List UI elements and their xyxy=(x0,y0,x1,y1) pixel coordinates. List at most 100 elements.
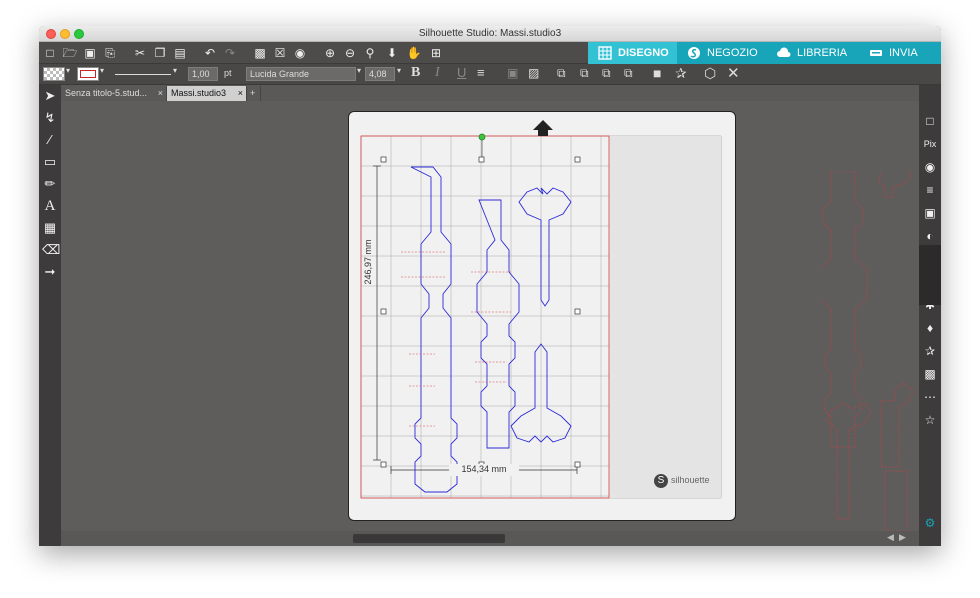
page-setup-icon[interactable]: □ xyxy=(922,113,938,129)
main-toolbar: □ 🗁 ▣ ⎘ ✂ ❐ ▤ ↶ ↷ ▩ ☒ ◉ ⊕ ⊖ ⚲ ⬇ ✋ ⊞ DISE… xyxy=(39,42,941,64)
new-document-icon[interactable]: □ xyxy=(42,45,58,61)
workspace[interactable]: 246,97 mm 154,34 mm S silhouette xyxy=(61,101,919,531)
redo-icon[interactable]: ↷ xyxy=(222,45,238,61)
new-tab-button[interactable]: + xyxy=(247,86,261,101)
properties-toolbar: ▾ ▾ ▾ 1,00 pt Lucida Grande ▾ 4,08 ▾ B I… xyxy=(39,64,941,85)
italic-icon[interactable]: I xyxy=(435,65,440,81)
font-dropdown-icon[interactable]: ▾ xyxy=(357,66,361,75)
tab-disegno-label: DISEGNO xyxy=(618,47,669,59)
send-to-back-icon[interactable]: ⧉ xyxy=(580,66,589,81)
tab-invia[interactable]: INVIA xyxy=(859,42,941,64)
tab-libreria[interactable]: LIBRERIA xyxy=(767,42,859,64)
replicate-panel-icon[interactable]: ♦ xyxy=(922,320,938,336)
cloud-icon xyxy=(777,47,791,57)
edit-points-icon[interactable]: ↯ xyxy=(42,110,58,126)
ungroup-icon[interactable]: ▨ xyxy=(528,66,539,80)
silhouette-brand-icon: S xyxy=(654,474,668,488)
open-folder-icon[interactable]: 🗁 xyxy=(62,45,78,61)
save-icon[interactable]: ▣ xyxy=(82,45,98,61)
line-style-dropdown-icon[interactable]: ▾ xyxy=(173,66,177,75)
eyedropper-tool-icon[interactable]: ➞ xyxy=(42,264,58,280)
settings-gear-icon[interactable]: ⚙ xyxy=(922,515,938,531)
font-size-input[interactable]: 4,08 xyxy=(365,67,395,81)
rectangle-tool-icon[interactable]: ▭ xyxy=(42,154,58,170)
text-tool-icon[interactable]: A xyxy=(42,198,58,214)
modify-panel-icon[interactable]: ✰ xyxy=(922,343,938,359)
paste-icon[interactable]: ▤ xyxy=(172,45,188,61)
bring-to-front-icon[interactable]: ⧉ xyxy=(557,66,566,81)
shape-column-1[interactable] xyxy=(410,166,458,493)
fill-color-swatch[interactable] xyxy=(43,67,65,81)
horizontal-scroll-thumb[interactable] xyxy=(353,534,505,543)
pan-hand-icon[interactable]: ✋ xyxy=(406,45,422,61)
font-size-dropdown-icon[interactable]: ▾ xyxy=(397,66,401,75)
feed-arrow-icon xyxy=(533,120,553,136)
knife-tool-icon[interactable]: ▦ xyxy=(42,220,58,236)
align-text-icon[interactable]: ≡ xyxy=(477,65,485,80)
tab-negozio-label: NEGOZIO xyxy=(707,47,758,59)
send-backward-icon[interactable]: ⧉ xyxy=(624,66,633,81)
font-family-select[interactable]: Lucida Grande xyxy=(246,67,356,81)
fill-panel-icon[interactable]: ◉ xyxy=(922,159,938,175)
line-style-preview[interactable] xyxy=(115,74,171,75)
cutting-mat[interactable]: 246,97 mm 154,34 mm S silhouette xyxy=(348,111,736,521)
favorite-star-icon[interactable]: ☆ xyxy=(922,412,938,428)
3d-box-icon[interactable]: ⬡ xyxy=(704,65,716,82)
vertical-scrollbar[interactable] xyxy=(919,245,941,305)
copy-icon[interactable]: ❐ xyxy=(152,45,168,61)
zoom-selection-icon[interactable]: ⚲ xyxy=(362,45,378,61)
shape-pick-top[interactable] xyxy=(518,187,572,307)
close-tab-icon[interactable]: × xyxy=(158,86,163,100)
select-all-icon[interactable]: ▩ xyxy=(252,45,268,61)
tab-disegno[interactable]: DISEGNO xyxy=(588,42,677,64)
print-icon[interactable]: ⎘ xyxy=(102,45,118,61)
bold-icon[interactable]: B xyxy=(411,65,420,81)
rhinestone-panel-icon[interactable]: ⋯ xyxy=(922,389,938,405)
eraser-tool-icon[interactable]: ⌫ xyxy=(42,242,60,258)
fit-to-page-icon[interactable]: ⊞ xyxy=(428,45,444,61)
line-tool-icon[interactable]: ∕ xyxy=(42,132,58,148)
deselect-icon[interactable]: ☒ xyxy=(272,45,288,61)
group-icon[interactable]: ▣ xyxy=(507,66,518,80)
offmat-shapes xyxy=(821,171,914,531)
app-window: Silhouette Studio: Massi.studio3 □ 🗁 ▣ ⎘… xyxy=(39,26,941,546)
trace-panel-icon[interactable]: ▣ xyxy=(922,205,938,221)
tab-invia-label: INVIA xyxy=(889,47,918,59)
fill-dropdown-icon[interactable]: ▾ xyxy=(66,66,70,75)
bring-forward-icon[interactable]: ⧉ xyxy=(602,66,611,81)
contrast-panel-icon[interactable]: ◐ xyxy=(922,228,938,244)
zoom-out-icon[interactable]: ⊖ xyxy=(342,45,358,61)
horizontal-scrollbar[interactable]: ◀ ▶ xyxy=(61,531,919,546)
scroll-left-icon[interactable]: ◀ xyxy=(887,532,894,543)
select-arrow-icon[interactable]: ➤ xyxy=(42,88,58,104)
line-style-panel-icon[interactable]: ≡ xyxy=(922,182,938,198)
cutter-machine-icon xyxy=(870,50,882,56)
undo-icon[interactable]: ↶ xyxy=(202,45,218,61)
close-icon[interactable]: ✕ xyxy=(727,64,740,82)
scroll-right-icon[interactable]: ▶ xyxy=(899,532,906,543)
line-width-input[interactable]: 1,00 xyxy=(188,67,218,81)
star-icon[interactable]: ✰ xyxy=(675,65,687,82)
line-color-dropdown-icon[interactable]: ▾ xyxy=(100,66,104,75)
zoom-in-icon[interactable]: ⊕ xyxy=(322,45,338,61)
close-tab-icon[interactable]: × xyxy=(238,86,243,100)
tab-negozio[interactable]: NEGOZIO xyxy=(677,42,767,64)
offset-panel-icon[interactable]: ▩ xyxy=(922,366,938,382)
window-title: Silhouette Studio: Massi.studio3 xyxy=(418,28,562,39)
pixscan-icon[interactable]: Pix xyxy=(922,136,938,152)
pencil-tool-icon[interactable]: ✏ xyxy=(42,176,58,192)
rotate-handle[interactable] xyxy=(478,133,486,141)
shapes-icon[interactable]: ■ xyxy=(653,65,661,81)
width-dimension-label: 154,34 mm xyxy=(449,464,519,476)
select-by-color-icon[interactable]: ◉ xyxy=(292,45,308,61)
line-color-swatch[interactable] xyxy=(77,67,99,81)
move-down-icon[interactable]: ⬇ xyxy=(384,45,400,61)
mat-brand-label: silhouette xyxy=(671,475,710,485)
doc-tab-untitled[interactable]: Senza titolo-5.stud... × xyxy=(61,86,167,101)
underline-icon[interactable]: U xyxy=(457,65,466,80)
right-panel-toolbar: □ Pix ◉ ≡ ▣ ◐ A ╋ ✱ ♦ ✰ ▩ ⋯ ☆ ⚙ xyxy=(919,85,941,546)
cut-icon[interactable]: ✂ xyxy=(132,45,148,61)
doc-tab-massi[interactable]: Massi.studio3 × xyxy=(167,86,247,101)
shape-column-2[interactable] xyxy=(476,199,520,449)
silhouette-logo-icon xyxy=(688,47,700,59)
